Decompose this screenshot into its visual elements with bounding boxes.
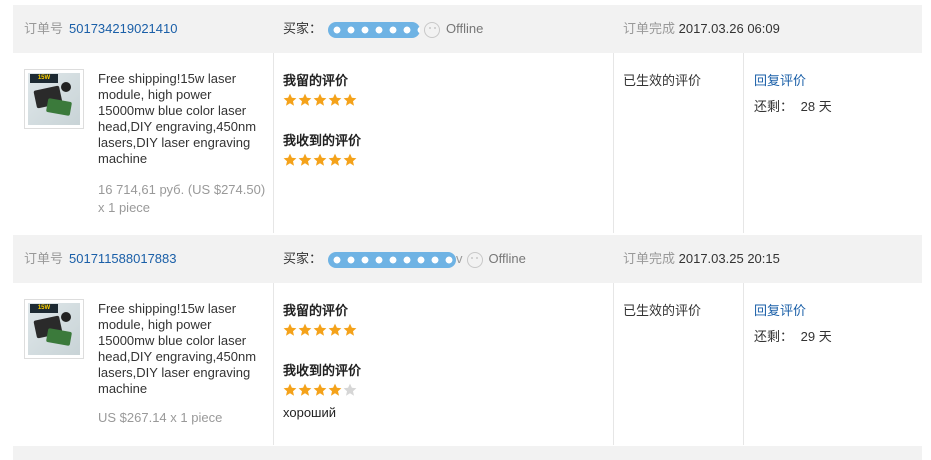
order-number-link[interactable]: 501711588017883 bbox=[69, 251, 177, 266]
star-filled-icon bbox=[298, 383, 312, 396]
order-body: 15W Free shipping!15w laser module, high… bbox=[13, 283, 922, 445]
thumbnail-badge: 15W bbox=[30, 74, 58, 83]
my-feedback-heading: 我留的评价 bbox=[283, 303, 349, 318]
order-number-label: 订单号 bbox=[24, 21, 64, 36]
completion-cell: 订单完成 2017.03.26 06:09 bbox=[623, 5, 780, 53]
buyer-label: 买家： bbox=[283, 251, 323, 266]
completed-label: 订单完成 bbox=[623, 251, 676, 266]
star-filled-icon bbox=[283, 93, 297, 106]
product-title-link[interactable]: Free shipping!15w laser module, high pow… bbox=[98, 71, 270, 167]
star-filled-icon bbox=[328, 323, 342, 336]
next-order-header-edge bbox=[13, 446, 922, 460]
my-rating-stars bbox=[283, 323, 358, 339]
remain-label: 还剩： bbox=[754, 329, 794, 344]
remain-label: 还剩： bbox=[754, 99, 794, 114]
buyer-cell: 买家： Offline bbox=[283, 5, 483, 53]
order-header: 订单号 501711588017883 买家： v Offline 订单完成 2017… bbox=[13, 235, 922, 283]
divider bbox=[273, 283, 274, 445]
star-filled-icon bbox=[328, 93, 342, 106]
divider bbox=[743, 283, 744, 445]
remain-unit: 天 bbox=[818, 329, 832, 344]
divider bbox=[613, 283, 614, 445]
reply-feedback-link[interactable]: 回复评价 bbox=[754, 300, 806, 319]
divider bbox=[743, 53, 744, 233]
product-price: US $267.14 x 1 piece bbox=[98, 410, 223, 425]
offline-status: Offline bbox=[488, 251, 526, 266]
product-title-link[interactable]: Free shipping!15w laser module, high pow… bbox=[98, 301, 270, 397]
buyer-label: 买家： bbox=[283, 21, 323, 36]
order-number-cell: 订单号 501711588017883 bbox=[24, 235, 177, 283]
thumbnail-badge: 15W bbox=[30, 304, 58, 313]
order-number-link[interactable]: 501734219021410 bbox=[69, 21, 177, 36]
my-feedback-heading: 我留的评价 bbox=[283, 73, 349, 88]
star-filled-icon bbox=[328, 153, 342, 166]
received-rating-stars bbox=[283, 153, 358, 169]
star-filled-icon bbox=[298, 323, 312, 336]
wangwang-icon[interactable] bbox=[424, 21, 441, 38]
star-filled-icon bbox=[283, 383, 297, 396]
days-remaining: 还剩： 29 天 bbox=[754, 326, 832, 345]
received-feedback-heading: 我收到的评价 bbox=[283, 363, 362, 378]
star-filled-icon bbox=[328, 383, 342, 396]
divider bbox=[273, 53, 274, 233]
completed-time: 2017.03.25 20:15 bbox=[678, 251, 780, 266]
star-filled-icon bbox=[283, 323, 297, 336]
completed-label: 订单完成 bbox=[623, 21, 676, 36]
remain-unit: 天 bbox=[818, 99, 832, 114]
divider bbox=[613, 53, 614, 233]
buyer-name-redacted bbox=[328, 251, 457, 268]
wangwang-icon[interactable] bbox=[466, 251, 483, 268]
star-filled-icon bbox=[313, 383, 327, 396]
buyer-name-redacted bbox=[328, 21, 421, 38]
received-rating-stars bbox=[283, 383, 358, 399]
star-filled-icon bbox=[298, 93, 312, 106]
star-filled-icon bbox=[343, 323, 357, 336]
star-filled-icon bbox=[313, 153, 327, 166]
product-price: 16 714,61 руб. (US $274.50) x 1 piece bbox=[98, 182, 266, 215]
remain-days: 29 bbox=[800, 329, 816, 344]
buyer-cell: 买家： v Offline bbox=[283, 235, 526, 283]
star-filled-icon bbox=[343, 93, 357, 106]
star-filled-icon bbox=[298, 153, 312, 166]
order-header: 订单号 501734219021410 买家： Offline 订单完成 2017.… bbox=[13, 5, 922, 53]
star-empty-icon bbox=[343, 383, 357, 396]
received-comment: хороший bbox=[283, 405, 336, 420]
days-remaining: 还剩： 28 天 bbox=[754, 96, 832, 115]
product-thumbnail[interactable]: 15W bbox=[24, 69, 84, 129]
product-thumbnail[interactable]: 15W bbox=[24, 299, 84, 359]
star-filled-icon bbox=[313, 323, 327, 336]
reply-feedback-link[interactable]: 回复评价 bbox=[754, 70, 806, 89]
feedback-status: 已生效的评价 bbox=[623, 303, 702, 318]
star-filled-icon bbox=[343, 153, 357, 166]
order-number-label: 订单号 bbox=[24, 251, 64, 266]
completed-time: 2017.03.26 06:09 bbox=[678, 21, 780, 36]
my-rating-stars bbox=[283, 93, 358, 109]
received-feedback-heading: 我收到的评价 bbox=[283, 133, 362, 148]
star-filled-icon bbox=[313, 93, 327, 106]
completion-cell: 订单完成 2017.03.25 20:15 bbox=[623, 235, 780, 283]
order-number-cell: 订单号 501734219021410 bbox=[24, 5, 177, 53]
feedback-status: 已生效的评价 bbox=[623, 73, 702, 88]
star-filled-icon bbox=[283, 153, 297, 166]
buyer-name-suffix: v bbox=[456, 251, 463, 266]
offline-status: Offline bbox=[446, 21, 484, 36]
remain-days: 28 bbox=[800, 99, 816, 114]
order-body: 15W Free shipping!15w laser module, high… bbox=[13, 53, 922, 233]
